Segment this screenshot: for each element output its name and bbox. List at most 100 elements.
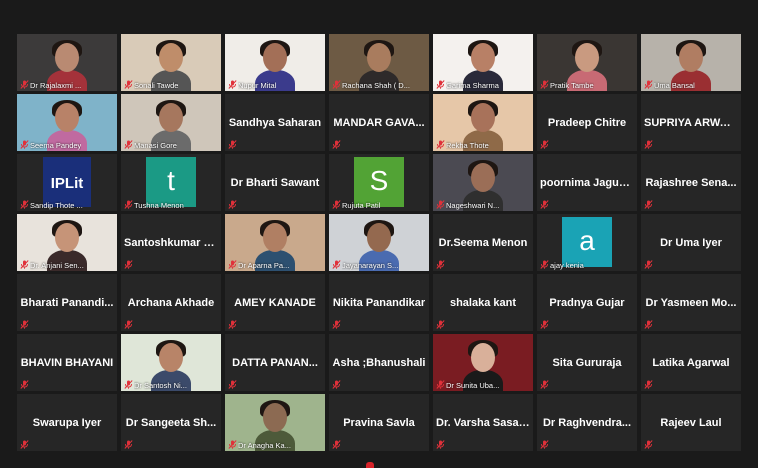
participant-name: DATTA PANAN... [232, 356, 318, 369]
participant-tile[interactable]: Jayanarayan S... [329, 214, 429, 271]
participant-name: Dr Sangeeta Sh... [125, 416, 217, 429]
muted-mic-icon [436, 380, 445, 389]
participant-tile[interactable]: Dr Yasmeen Mo... [641, 274, 741, 331]
participant-tile[interactable]: Dr Rajalaxmi ... [17, 34, 117, 91]
participant-tile[interactable]: shalaka kant [433, 274, 533, 331]
muted-mic-icon [540, 320, 549, 329]
participant-name-label: Nageshwari N... [446, 201, 500, 210]
participant-tile[interactable]: Seema Pandey [17, 94, 117, 151]
participant-tile[interactable]: Pravina Savla [329, 394, 429, 451]
participant-name-label: Dr Anagha Ka... [238, 441, 291, 450]
participant-tile[interactable]: a ajay kenia [537, 214, 637, 271]
participant-tile[interactable]: Dr Uma Iyer [641, 214, 741, 271]
participant-tile[interactable]: S Rujuta Patil [329, 154, 429, 211]
participant-name: Dr Yasmeen Mo... [645, 296, 737, 309]
muted-mic-icon [332, 440, 341, 449]
muted-mic-icon [124, 80, 133, 89]
participant-name-label: Dr Sunita Uba... [446, 381, 500, 390]
participant-name: AMEY KANADE [234, 296, 316, 309]
muted-mic-icon [124, 380, 133, 389]
participant-name-label: Rujuta Patil [342, 201, 381, 210]
participant-tile[interactable]: Rajeev Laul [641, 394, 741, 451]
toolbar-notch [366, 462, 374, 468]
muted-mic-icon [124, 320, 133, 329]
participant-tile[interactable]: Pradeep Chitre [537, 94, 637, 151]
participant-name-label: Rekha Thote [446, 141, 489, 150]
participant-tile[interactable]: Manasi Gore [121, 94, 221, 151]
participant-tile[interactable]: Rajashree Sena... [641, 154, 741, 211]
muted-mic-icon [20, 380, 29, 389]
participant-tile[interactable]: Dr Anagha Ka... [225, 394, 325, 451]
muted-mic-icon [332, 140, 341, 149]
participant-name: Nikita Panandikar [332, 296, 426, 309]
participant-name-label: Sandip Thote ... [30, 201, 83, 210]
participant-tile[interactable]: Archana Akhade [121, 274, 221, 331]
participant-name-label: Pratik Tambe [550, 81, 594, 90]
participant-name-label: Manasi Gore [134, 141, 177, 150]
participant-tile[interactable]: Swarupa Iyer [17, 394, 117, 451]
participant-tile[interactable]: Pradnya Gujar [537, 274, 637, 331]
muted-mic-icon [20, 200, 29, 209]
participant-tile[interactable]: Dr Sangeeta Sh... [121, 394, 221, 451]
participant-tile[interactable]: Rekha Thote [433, 94, 533, 151]
participant-name-label: Rachana Shah ( D... [342, 81, 410, 90]
participant-tile[interactable]: Nageshwari N... [433, 154, 533, 211]
muted-mic-icon [540, 80, 549, 89]
participant-tile[interactable]: Uma Bansal [641, 34, 741, 91]
participant-name: Santoshkumar S... [124, 236, 220, 249]
participant-tile[interactable]: Santoshkumar S... [121, 214, 221, 271]
participant-tile[interactable]: BHAVIN BHAYANI [17, 334, 117, 391]
muted-mic-icon [436, 320, 445, 329]
participant-name: Asha ;Bhanushali [332, 356, 426, 369]
participant-logo: IPLit [43, 157, 91, 207]
participant-name-label: Dr. Anjani Sen... [30, 261, 84, 270]
muted-mic-icon [228, 260, 237, 269]
participant-tile[interactable]: Dr Aparna Pa... [225, 214, 325, 271]
participant-tile[interactable]: Sita Gururaja [537, 334, 637, 391]
participant-tile[interactable]: Sonali Tawde [121, 34, 221, 91]
participant-name: Dr. Varsha Sasane [436, 416, 532, 429]
participant-tile[interactable]: Dr.Seema Menon [433, 214, 533, 271]
participant-tile[interactable]: IPLit Sandip Thote ... [17, 154, 117, 211]
participant-tile[interactable]: poornima Jaguste [537, 154, 637, 211]
participant-tile[interactable]: Nikita Panandikar [329, 274, 429, 331]
participant-name: Dr.Seema Menon [438, 236, 528, 249]
muted-mic-icon [644, 80, 653, 89]
muted-mic-icon [644, 140, 653, 149]
participant-tile[interactable]: AMEY KANADE [225, 274, 325, 331]
participant-tile[interactable]: t Tushna Menon [121, 154, 221, 211]
participant-name: SUPRIYA ARWARI [644, 116, 739, 129]
participant-tile[interactable]: Pratik Tambe [537, 34, 637, 91]
participant-tile[interactable]: Dr Santosh Ni... [121, 334, 221, 391]
muted-mic-icon [644, 260, 653, 269]
participant-tile[interactable]: Garima Sharma [433, 34, 533, 91]
participant-tile[interactable]: Latika Agarwal [641, 334, 741, 391]
participant-tile[interactable]: Asha ;Bhanushali [329, 334, 429, 391]
participant-name: Pradeep Chitre [547, 116, 627, 129]
participant-tile[interactable]: Dr. Varsha Sasane [433, 394, 533, 451]
muted-mic-icon [124, 260, 133, 269]
muted-mic-icon [332, 200, 341, 209]
participant-tile[interactable]: MANDAR GAVA... [329, 94, 429, 151]
participant-avatar: t [146, 157, 196, 207]
participant-tile[interactable]: Dr Bharti Sawant [225, 154, 325, 211]
muted-mic-icon [644, 440, 653, 449]
participant-tile[interactable]: Nupur Mital [225, 34, 325, 91]
muted-mic-icon [540, 440, 549, 449]
participant-tile[interactable]: SUPRIYA ARWARI [641, 94, 741, 151]
participant-avatar: a [562, 217, 612, 267]
participant-tile[interactable]: Bharati Panandi... [17, 274, 117, 331]
participant-name: Dr Raghvendra... [542, 416, 632, 429]
participant-tile[interactable]: DATTA PANAN... [225, 334, 325, 391]
participant-tile[interactable]: Sandhya Saharan [225, 94, 325, 151]
muted-mic-icon [644, 380, 653, 389]
participant-tile[interactable]: Dr. Anjani Sen... [17, 214, 117, 271]
muted-mic-icon [332, 260, 341, 269]
participant-tile[interactable]: Dr Raghvendra... [537, 394, 637, 451]
participant-name: Latika Agarwal [652, 356, 730, 369]
participant-tile[interactable]: Rachana Shah ( D... [329, 34, 429, 91]
muted-mic-icon [436, 140, 445, 149]
participant-name-label: Garima Sharma [446, 81, 499, 90]
participant-tile[interactable]: Dr Sunita Uba... [433, 334, 533, 391]
participant-name: Pradnya Gujar [549, 296, 625, 309]
